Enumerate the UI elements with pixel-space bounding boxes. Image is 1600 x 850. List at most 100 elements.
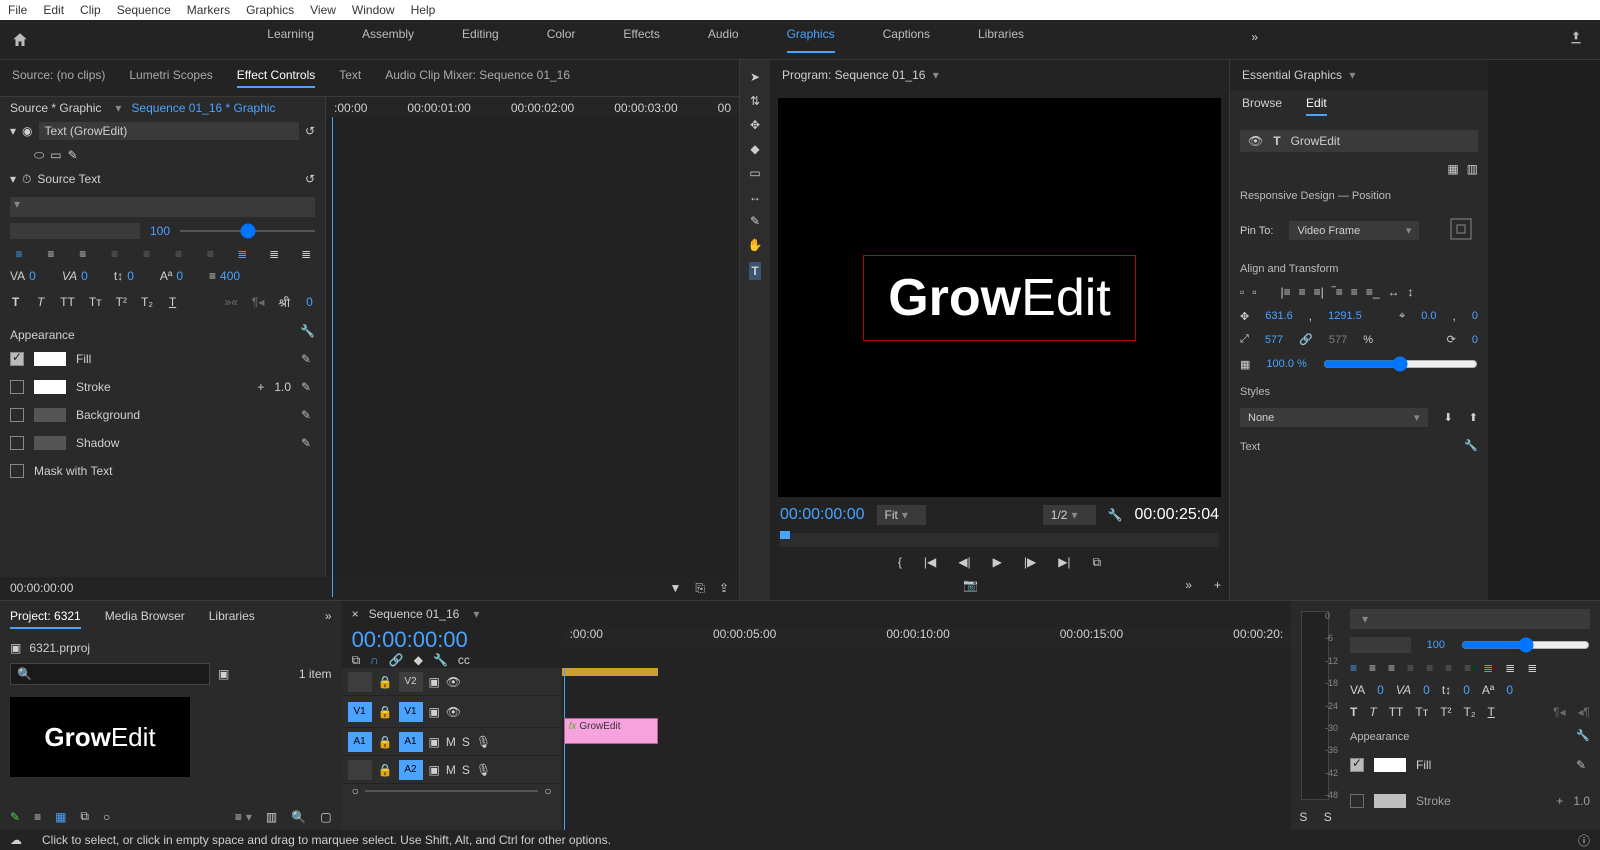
ligatures-icon[interactable]: »«: [225, 293, 238, 311]
shadow-swatch[interactable]: [34, 436, 66, 450]
kerning-icon[interactable]: VA: [1396, 683, 1411, 697]
aa2-value[interactable]: 0: [176, 269, 183, 283]
halign-c-icon[interactable]: ≡: [1299, 285, 1306, 299]
resolution-dropdown[interactable]: 1/2: [1043, 505, 1096, 525]
opacity-icon[interactable]: ▦: [1240, 358, 1250, 371]
subscript-icon[interactable]: T₂: [1464, 705, 1476, 719]
leading-val[interactable]: 0: [1463, 683, 1470, 697]
snapshot-icon[interactable]: 📷: [963, 578, 978, 592]
align-center-icon[interactable]: ≡: [42, 245, 60, 263]
eyedropper-icon[interactable]: ✎: [301, 408, 315, 422]
menu-view[interactable]: View: [310, 3, 336, 17]
eg-layer-item[interactable]: 👁 T GrowEdit: [1240, 130, 1478, 152]
superscript-icon[interactable]: T²: [1440, 705, 1451, 719]
aa-value[interactable]: 0: [127, 269, 134, 283]
scale-h[interactable]: 577: [1329, 334, 1347, 346]
justify-right-icon[interactable]: ≡: [170, 245, 188, 263]
tracking-val[interactable]: 0: [1377, 683, 1384, 697]
menu-graphics[interactable]: Graphics: [246, 3, 294, 17]
eyedropper-icon[interactable]: ✎: [301, 352, 315, 366]
eyedrop-tool-icon[interactable]: ✎: [750, 214, 760, 228]
valign-top-icon[interactable]: ≣: [233, 245, 251, 263]
group-icon[interactable]: ▥: [1467, 162, 1478, 176]
chevron-down-icon[interactable]: [111, 101, 121, 115]
more-icon[interactable]: »: [1185, 578, 1192, 592]
valign-top-icon[interactable]: ≣: [1483, 661, 1493, 675]
ws-editing[interactable]: Editing: [462, 27, 499, 53]
menu-sequence[interactable]: Sequence: [117, 3, 171, 17]
info-icon[interactable]: ⓘ: [1578, 832, 1590, 849]
ellipse-mask-icon[interactable]: ⬭: [34, 148, 44, 163]
fill-swatch[interactable]: [1374, 758, 1406, 772]
mute-icon[interactable]: M: [446, 763, 456, 777]
font-dropdown[interactable]: [1350, 609, 1590, 629]
indian-icon[interactable]: श्री: [278, 293, 290, 311]
sync-icon[interactable]: ▣: [429, 705, 440, 719]
ws-color[interactable]: Color: [547, 27, 576, 53]
kerning-icon[interactable]: VA: [62, 269, 77, 283]
timeline-playhead[interactable]: [564, 668, 565, 830]
lock-icon[interactable]: 🔒: [378, 705, 393, 719]
valign-t-icon[interactable]: ‾≡: [1332, 285, 1343, 299]
zoom-in-icon[interactable]: ○: [544, 784, 551, 798]
ec-mini-timeline[interactable]: :00:00 00:00:01:00 00:00:02:00 00:00:03:…: [325, 97, 739, 577]
selection-tool-icon[interactable]: ➤: [750, 70, 760, 84]
project-thumbnail[interactable]: GrowEdit: [10, 697, 190, 777]
add-stroke-icon[interactable]: +: [257, 380, 264, 394]
pen-mask-icon[interactable]: ✎: [68, 148, 78, 162]
eyedropper-icon[interactable]: ✎: [1576, 758, 1590, 772]
rtl-icon[interactable]: ¶◂: [252, 293, 264, 311]
home-icon[interactable]: [0, 31, 40, 49]
sort-icon[interactable]: ≡: [235, 810, 252, 824]
styles-dropdown[interactable]: None: [1240, 408, 1428, 427]
panel-menu-icon[interactable]: [469, 607, 479, 621]
align-left-icon[interactable]: ≡: [10, 245, 28, 263]
step-fwd-icon[interactable]: |▶: [1024, 555, 1036, 570]
stroke-swatch[interactable]: [34, 380, 66, 394]
justify-icon[interactable]: ≡: [1464, 661, 1471, 675]
patch-v1[interactable]: V1: [348, 702, 372, 722]
stopwatch-icon[interactable]: ⏱: [22, 172, 31, 187]
tab-audio-mixer[interactable]: Audio Clip Mixer: Sequence 01_16: [385, 68, 570, 88]
ec-source-text-row[interactable]: ▾ ⏱ Source Text ↺: [10, 167, 315, 191]
pen-tool-icon[interactable]: ◆: [750, 142, 759, 156]
auto-seq-icon[interactable]: ▥: [266, 810, 277, 824]
step-back-icon[interactable]: ◀|: [958, 555, 970, 570]
opacity-val[interactable]: 100.0 %: [1266, 358, 1306, 370]
new-layer-icon[interactable]: ▦: [1447, 162, 1458, 176]
list-view-icon[interactable]: ≡: [34, 810, 41, 824]
valign-mid-icon[interactable]: ≣: [1505, 661, 1515, 675]
sync-icon[interactable]: ▣: [429, 735, 440, 749]
justify-icon[interactable]: ≡: [1426, 661, 1433, 675]
align-left-icon[interactable]: ▫: [1240, 285, 1244, 299]
underline-icon[interactable]: T: [1488, 705, 1495, 719]
graphic-clip[interactable]: GrowEdit: [564, 718, 658, 744]
shadow-checkbox[interactable]: [10, 436, 24, 450]
subscript-icon[interactable]: T₂: [141, 293, 153, 311]
align-center-icon[interactable]: ▫: [1252, 285, 1256, 299]
eyedropper-icon[interactable]: ✎: [301, 436, 315, 450]
ec-sequence-link[interactable]: Sequence 01_16 * Graphic: [131, 101, 275, 115]
play-icon[interactable]: ▶: [993, 555, 1002, 570]
new-bin-icon[interactable]: ▢: [320, 810, 331, 824]
fill-swatch[interactable]: [34, 352, 66, 366]
find-icon[interactable]: 🔍: [291, 810, 306, 824]
eg-tab-browse[interactable]: Browse: [1242, 96, 1282, 116]
fontsize-slider[interactable]: [180, 230, 315, 232]
zoom-dropdown[interactable]: Fit: [877, 505, 926, 525]
menu-window[interactable]: Window: [352, 3, 395, 17]
vertical-type-icon[interactable]: ⇅: [750, 94, 760, 108]
snap-icon[interactable]: ∩: [370, 653, 379, 668]
bg-swatch[interactable]: [34, 408, 66, 422]
tab-effect-controls[interactable]: Effect Controls: [237, 68, 315, 88]
timeline-tracks[interactable]: GrowEdit: [562, 668, 1292, 830]
wrench-icon[interactable]: 🔧: [1108, 508, 1123, 522]
tab-media-browser[interactable]: Media Browser: [105, 609, 185, 629]
font-style-dropdown[interactable]: [1350, 637, 1411, 653]
patch-a2[interactable]: [348, 760, 372, 780]
ws-captions[interactable]: Captions: [883, 27, 930, 53]
nest-icon[interactable]: ⧉: [352, 653, 361, 668]
ws-graphics[interactable]: Graphics: [787, 27, 835, 53]
panel-menu-icon[interactable]: [929, 68, 939, 82]
ec-text-layer-row[interactable]: ▾ ◉ Text (GrowEdit) ↺: [10, 119, 315, 143]
